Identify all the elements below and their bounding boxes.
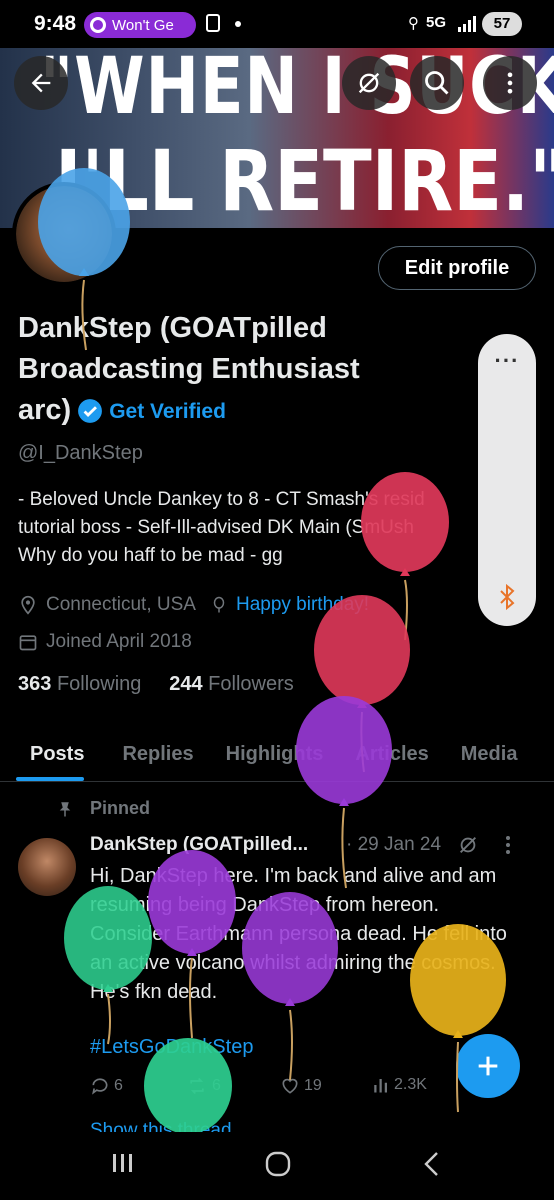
- network-label: 5G: [426, 14, 447, 31]
- home-icon[interactable]: [264, 1150, 292, 1178]
- location-status-icon: ⚲: [408, 15, 419, 32]
- profile-handle: @I_DankStep: [18, 442, 143, 464]
- system-nav-bar: [0, 1132, 554, 1200]
- repost-icon: [190, 1077, 204, 1095]
- following-link[interactable]: 363 Following: [18, 673, 141, 695]
- like-icon: [282, 1078, 298, 1094]
- profile-tabs: Posts Replies Highlights Articles Media: [0, 728, 554, 782]
- birthday-link[interactable]: Happy birthday!: [236, 594, 369, 616]
- back-arrow-icon: [31, 73, 51, 93]
- reply-count: 6: [114, 1077, 123, 1094]
- pinned-label: Pinned: [90, 798, 151, 818]
- get-verified-link[interactable]: Get Verified: [109, 400, 226, 423]
- verified-badge-icon[interactable]: [77, 398, 103, 424]
- notification-dot-icon: [235, 21, 241, 27]
- reply-icon: [92, 1078, 108, 1095]
- post-header: DankStep (GOATpilled... · 29 Jan 24: [90, 834, 540, 856]
- balloon-icon: [210, 595, 228, 615]
- profile-bio: - Beloved Uncle Dankey to 8 - CT Smash's…: [18, 486, 488, 570]
- eye-off-icon: [457, 834, 479, 856]
- search-icon: [425, 71, 449, 95]
- pinned-indicator: Pinned: [56, 798, 150, 819]
- profile-meta: Connecticut, USA Happy birthday! Joined …: [18, 590, 369, 664]
- battery-level: 57: [493, 15, 511, 32]
- signal-icon: [458, 16, 476, 32]
- balloon-icon: [296, 696, 392, 889]
- clipboard-icon: [206, 14, 220, 32]
- post-text: Hi, DankStep here. I'm back and alive an…: [90, 865, 507, 1003]
- profile-joined: Joined April 2018: [46, 631, 192, 652]
- banner-text-line2: I'LL RETIRE.": [55, 132, 554, 228]
- profile-name-line1: DankStep (GOATpilled: [18, 312, 327, 344]
- bio-line: Why do you haff to be mad - gg: [18, 545, 283, 566]
- notification-pill[interactable]: Won't Ge: [84, 12, 196, 38]
- views-button[interactable]: 2.3K: [372, 1076, 427, 1094]
- notification-text: Won't Ge: [112, 16, 174, 34]
- edit-profile-button[interactable]: Edit profile: [378, 246, 536, 290]
- mute-button[interactable]: [342, 56, 396, 110]
- follow-stats: 363 Following 244 Followers: [18, 673, 294, 696]
- edge-panel-more-icon[interactable]: ···: [478, 348, 536, 374]
- profile-name: DankStep (GOATpilled Broadcasting Enthus…: [18, 308, 458, 432]
- eye-off-icon: [358, 72, 380, 94]
- tab-articles[interactable]: Articles: [339, 728, 444, 781]
- bio-line: tutorial boss - Self-Ill-advised DK Main…: [18, 517, 414, 538]
- profile-avatar[interactable]: [12, 182, 116, 286]
- profile-location: Connecticut, USA: [46, 594, 196, 615]
- repost-button[interactable]: 6: [186, 1076, 221, 1096]
- more-options-button[interactable]: [483, 56, 537, 110]
- bluetooth-icon: [500, 584, 515, 610]
- calendar-icon: [18, 632, 38, 652]
- back-button[interactable]: [14, 56, 68, 110]
- post-author-avatar[interactable]: [18, 838, 76, 896]
- tab-highlights[interactable]: Highlights: [210, 728, 340, 781]
- bio-line: - Beloved Uncle Dankey to 8 - CT Smash's…: [18, 489, 425, 510]
- profile-name-line3: arc): [18, 394, 72, 426]
- followers-link[interactable]: 244 Followers: [169, 673, 294, 695]
- tab-media[interactable]: Media: [445, 728, 534, 781]
- post-author-name[interactable]: DankStep (GOATpilled...: [90, 834, 340, 856]
- pin-icon: [56, 799, 74, 819]
- status-time: 9:48: [34, 12, 77, 35]
- views-icon: [374, 1079, 387, 1093]
- view-count: 2.3K: [394, 1076, 427, 1093]
- profile-name-line2: Broadcasting Enthusiast: [18, 353, 360, 385]
- post-hashtag[interactable]: #LetsGoDankStep: [90, 1036, 253, 1059]
- like-button[interactable]: 19: [280, 1076, 322, 1096]
- compose-button[interactable]: [456, 1034, 520, 1098]
- status-bar: 9:48 Won't Ge ⚲ 5G 57: [0, 0, 554, 48]
- location-icon: [18, 595, 38, 615]
- record-icon: [90, 17, 106, 33]
- reply-button[interactable]: 6: [90, 1076, 123, 1096]
- like-count: 19: [304, 1077, 322, 1094]
- tab-replies[interactable]: Replies: [100, 728, 209, 781]
- post-more-icon[interactable]: [505, 835, 511, 855]
- recent-apps-icon[interactable]: [110, 1150, 136, 1176]
- post-date: · 29 Jan 24: [346, 834, 442, 855]
- repost-count: 6: [212, 1077, 221, 1094]
- edge-panel[interactable]: ···: [478, 334, 536, 626]
- tab-posts[interactable]: Posts: [0, 728, 100, 781]
- back-nav-icon[interactable]: [420, 1150, 444, 1178]
- banner-text-line1: "WHEN I SUCK,: [40, 48, 554, 132]
- battery-indicator: 57: [482, 12, 522, 36]
- plus-icon: [478, 1056, 498, 1076]
- search-button[interactable]: [410, 56, 464, 110]
- more-vertical-icon: [507, 72, 513, 94]
